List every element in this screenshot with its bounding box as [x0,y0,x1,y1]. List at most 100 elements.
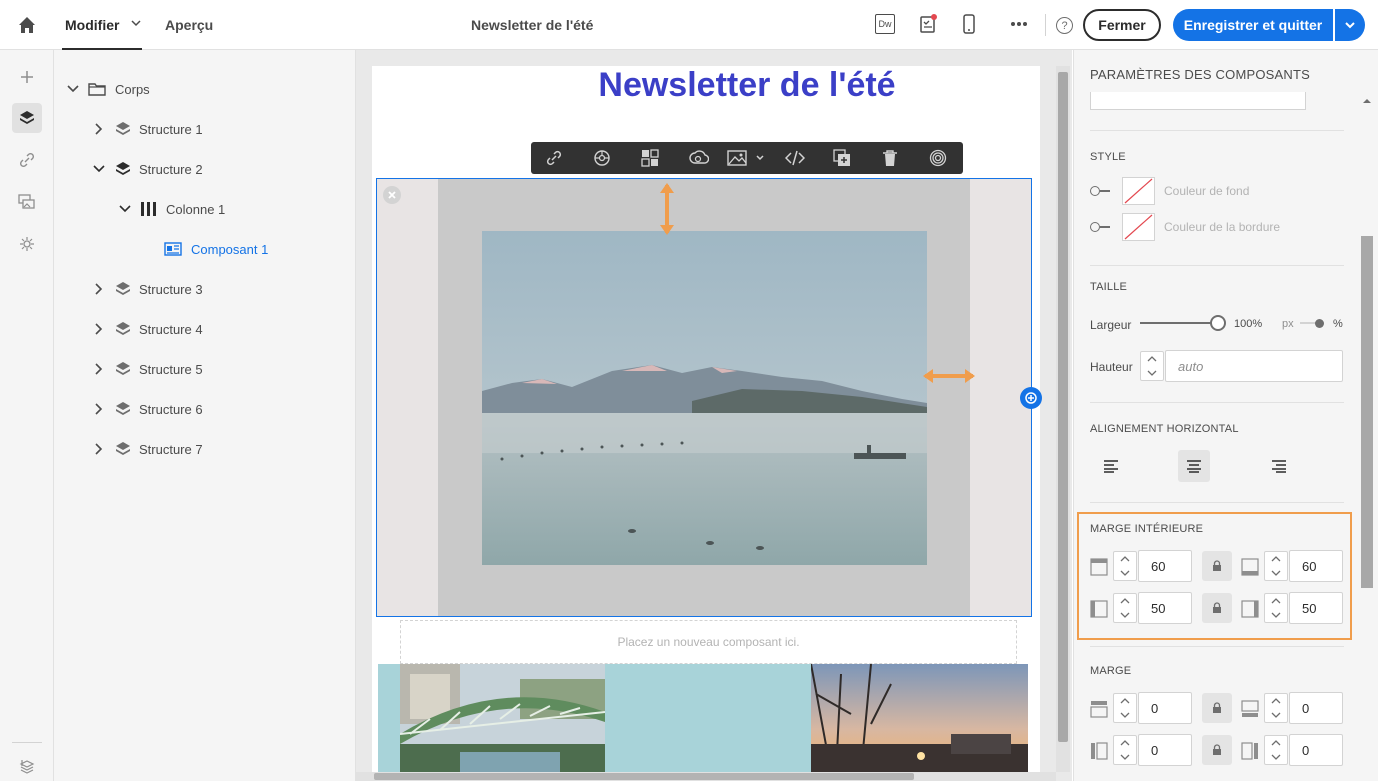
personalization-icon[interactable] [12,229,42,259]
chevron-up-icon[interactable] [1271,598,1281,604]
padding-lock-horizontal[interactable] [1202,593,1232,623]
chevron-down-icon[interactable] [755,153,765,163]
code-icon[interactable] [785,149,805,167]
chevron-up-icon[interactable] [1120,556,1130,562]
tree-item-structure-1[interactable]: Structure 1 [54,109,356,149]
chevron-down-icon[interactable] [66,82,80,96]
chevron-up-icon[interactable] [1120,598,1130,604]
chevron-right-icon[interactable] [92,282,106,296]
chevron-right-icon[interactable] [92,362,106,376]
chevron-down-icon[interactable] [1147,370,1157,376]
chevron-down-icon[interactable] [1271,612,1281,618]
chevron-up-icon[interactable] [1120,698,1130,704]
border-color-swatch[interactable] [1122,213,1155,241]
tree-item-structure-3[interactable]: Structure 3 [54,269,356,309]
chevron-up-icon[interactable] [1147,356,1157,362]
email-title[interactable]: Newsletter de l'été [372,66,1122,105]
personalize-icon[interactable] [593,149,611,167]
more-options-icon[interactable] [1009,16,1029,32]
drop-zone-placeholder[interactable]: Placez un nouveau composant ici. [400,620,1017,664]
link-icon[interactable] [12,145,42,175]
layers-icon[interactable] [12,103,42,133]
truncated-input[interactable] [1090,92,1306,110]
canvas-horizontal-scrollbar[interactable] [356,772,1056,781]
tab-edit[interactable]: Modifier [65,17,119,33]
width-slider-handle[interactable] [1210,315,1226,331]
creative-cloud-icon[interactable] [689,149,709,167]
margin-lock-horizontal[interactable] [1202,735,1232,765]
chevron-down-icon[interactable] [1120,612,1130,618]
chevron-right-icon[interactable] [92,122,106,136]
tree-item-structure-5[interactable]: Structure 5 [54,349,356,389]
target-icon[interactable] [929,149,947,167]
margin-left-input[interactable]: 0 [1138,734,1192,766]
tree-item-structure-4[interactable]: Structure 4 [54,309,356,349]
layers-settings-icon[interactable] [12,752,42,781]
align-right-icon[interactable] [1266,450,1292,482]
save-options-dropdown[interactable] [1335,9,1365,41]
chevron-up-icon[interactable] [1271,556,1281,562]
border-color-toggle[interactable] [1090,222,1100,232]
panel-vertical-scrollbar[interactable] [1360,96,1374,781]
image-icon[interactable] [727,149,747,167]
chevron-right-icon[interactable] [92,322,106,336]
tree-item-component-1[interactable]: Composant 1 [54,229,356,269]
padding-left-input[interactable]: 50 [1138,592,1192,624]
height-input[interactable]: auto [1165,350,1343,382]
chevron-down-icon[interactable] [1271,712,1281,718]
sunset-image[interactable] [811,664,1028,772]
padding-bottom-input[interactable]: 60 [1289,550,1343,582]
padding-bottom-stepper[interactable] [1264,551,1288,581]
bg-color-swatch[interactable] [1122,177,1155,205]
close-button[interactable]: Fermer [1083,9,1161,41]
padding-top-stepper[interactable] [1113,551,1137,581]
landscape-image[interactable] [482,231,927,565]
add-component-icon[interactable] [1020,387,1042,409]
selected-component[interactable] [376,178,1032,617]
align-center-icon[interactable] [1178,450,1210,482]
chevron-down-icon[interactable] [92,162,106,176]
checklist-icon[interactable] [917,13,939,35]
image-assets-icon[interactable] [12,187,42,217]
chevron-down-icon[interactable] [1271,754,1281,760]
margin-bottom-stepper[interactable] [1264,693,1288,723]
tree-item-structure-6[interactable]: Structure 6 [54,389,356,429]
chevron-up-icon[interactable] [1271,740,1281,746]
bg-color-toggle[interactable] [1090,186,1100,196]
scrollbar-thumb[interactable] [1058,72,1068,742]
canvas-vertical-scrollbar[interactable] [1056,66,1070,772]
align-left-icon[interactable] [1098,450,1124,482]
margin-bottom-input[interactable]: 0 [1289,692,1343,724]
margin-right-input[interactable]: 0 [1289,734,1343,766]
width-slider-track[interactable] [1140,322,1218,324]
link-icon[interactable] [545,149,563,167]
chevron-up-icon[interactable] [1271,698,1281,704]
chevron-right-icon[interactable] [92,402,106,416]
margin-top-input[interactable]: 0 [1138,692,1192,724]
chevron-down-icon[interactable] [118,202,132,216]
chevron-down-icon[interactable] [130,17,142,29]
padding-right-stepper[interactable] [1264,593,1288,623]
padding-top-input[interactable]: 60 [1138,550,1192,582]
padding-lock-vertical[interactable] [1202,551,1232,581]
tree-item-column-1[interactable]: Colonne 1 [54,189,356,229]
chevron-down-icon[interactable] [1120,712,1130,718]
chevron-down-icon[interactable] [1120,570,1130,576]
fragment-icon[interactable] [641,149,659,167]
margin-lock-vertical[interactable] [1202,693,1232,723]
mobile-preview-icon[interactable] [960,13,978,35]
chevron-right-icon[interactable] [92,442,106,456]
margin-right-stepper[interactable] [1264,735,1288,765]
add-icon[interactable] [12,62,42,92]
unit-toggle-handle[interactable] [1315,319,1324,328]
tree-item-structure-7[interactable]: Structure 7 [54,429,356,469]
save-and-quit-button[interactable]: Enregistrer et quitter [1173,9,1333,41]
tree-item-body[interactable]: Corps [54,69,356,109]
duplicate-icon[interactable] [833,149,851,167]
chevron-down-icon[interactable] [1271,570,1281,576]
remove-component-icon[interactable] [383,186,401,204]
padding-right-input[interactable]: 50 [1289,592,1343,624]
delete-icon[interactable] [881,149,899,167]
height-stepper[interactable] [1140,351,1164,381]
help-icon[interactable]: ? [1056,17,1073,34]
